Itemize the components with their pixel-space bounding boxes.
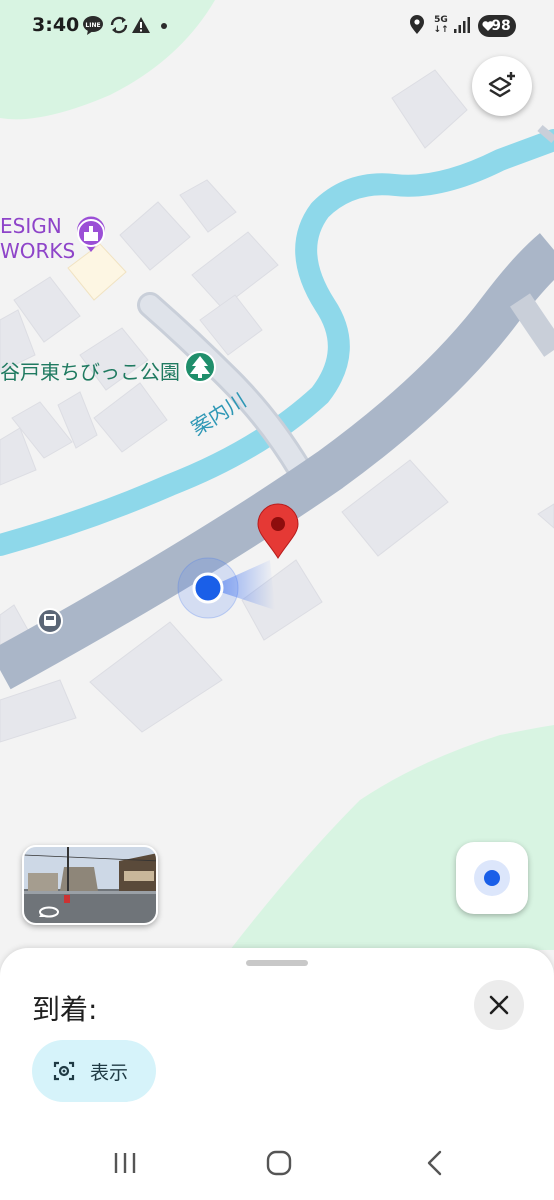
arrival-title: 到着: bbox=[32, 993, 98, 1026]
network-label: 5G bbox=[434, 15, 448, 25]
sheet-drag-handle[interactable] bbox=[246, 960, 308, 966]
sync-icon bbox=[110, 16, 128, 34]
show-button[interactable]: 表示 bbox=[32, 1040, 156, 1102]
status-bar: 3:40 LINE 5G ↓↑ 98 bbox=[0, 0, 554, 54]
location-dot bbox=[192, 572, 224, 604]
close-button[interactable] bbox=[474, 980, 524, 1030]
poi-design-line-2: WORKS bbox=[0, 239, 76, 263]
poi-design-works-label[interactable]: ESIGN WORKS bbox=[0, 214, 75, 264]
signal-icon bbox=[454, 17, 470, 33]
alert-icon bbox=[132, 17, 150, 33]
bus-icon bbox=[37, 608, 63, 634]
poi-design-line-1: ESIGN bbox=[0, 214, 62, 238]
battery-level: 98 bbox=[491, 18, 511, 34]
layers-button[interactable] bbox=[472, 56, 532, 116]
battery-heart-icon bbox=[482, 21, 494, 31]
my-location-button[interactable] bbox=[456, 842, 528, 914]
svg-text:LINE: LINE bbox=[85, 22, 100, 29]
poi-park-label[interactable]: 谷戸東ちびっこ公園 bbox=[0, 356, 180, 385]
location-icon bbox=[410, 15, 424, 34]
line-app-icon: LINE bbox=[83, 16, 103, 35]
my-location-icon bbox=[474, 860, 510, 896]
tree-icon bbox=[184, 351, 216, 383]
show-button-label: 表示 bbox=[90, 1061, 129, 1084]
close-icon bbox=[489, 995, 509, 1015]
back-icon[interactable] bbox=[420, 1148, 450, 1178]
streetview-thumbnail[interactable] bbox=[22, 845, 158, 925]
battery-icon: 98 bbox=[478, 15, 516, 37]
360-rotate-icon bbox=[39, 906, 59, 918]
5g-icon: 5G ↓↑ bbox=[433, 15, 449, 35]
system-nav-bar bbox=[0, 1130, 554, 1200]
layers-plus-icon bbox=[488, 72, 515, 98]
camera-scan-icon bbox=[53, 1061, 75, 1081]
dot-icon bbox=[161, 23, 167, 29]
home-icon[interactable] bbox=[264, 1148, 294, 1178]
status-time: 3:40 bbox=[32, 14, 80, 36]
recent-apps-icon[interactable] bbox=[110, 1148, 140, 1178]
